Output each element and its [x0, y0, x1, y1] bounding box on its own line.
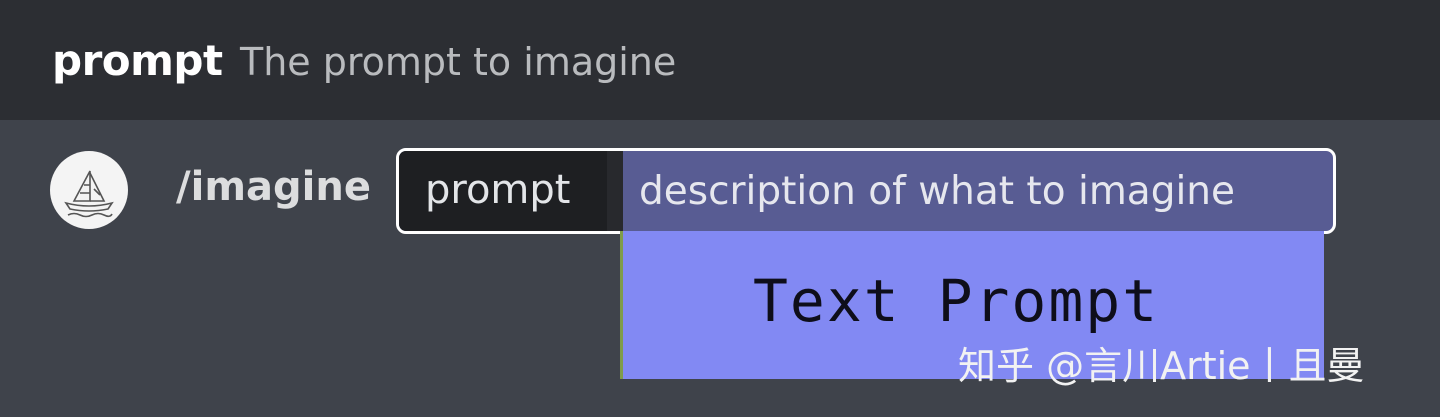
- option-name: prompt: [52, 36, 223, 85]
- param-placeholder[interactable]: description of what to imagine: [639, 169, 1235, 214]
- param-label: prompt: [425, 167, 571, 213]
- option-hint-bar: prompt The prompt to imagine: [0, 0, 1440, 120]
- option-description: The prompt to imagine: [240, 40, 677, 84]
- param-chip[interactable]: prompt: [399, 151, 623, 231]
- sailboat-logo-icon[interactable]: [50, 151, 128, 229]
- slash-command: /imagine: [176, 164, 371, 210]
- annotation-label: Text Prompt: [753, 267, 1160, 335]
- command-input[interactable]: prompt description of what to imagine: [396, 148, 1336, 234]
- watermark: 知乎 @言川Artie丨且曼: [958, 344, 1365, 388]
